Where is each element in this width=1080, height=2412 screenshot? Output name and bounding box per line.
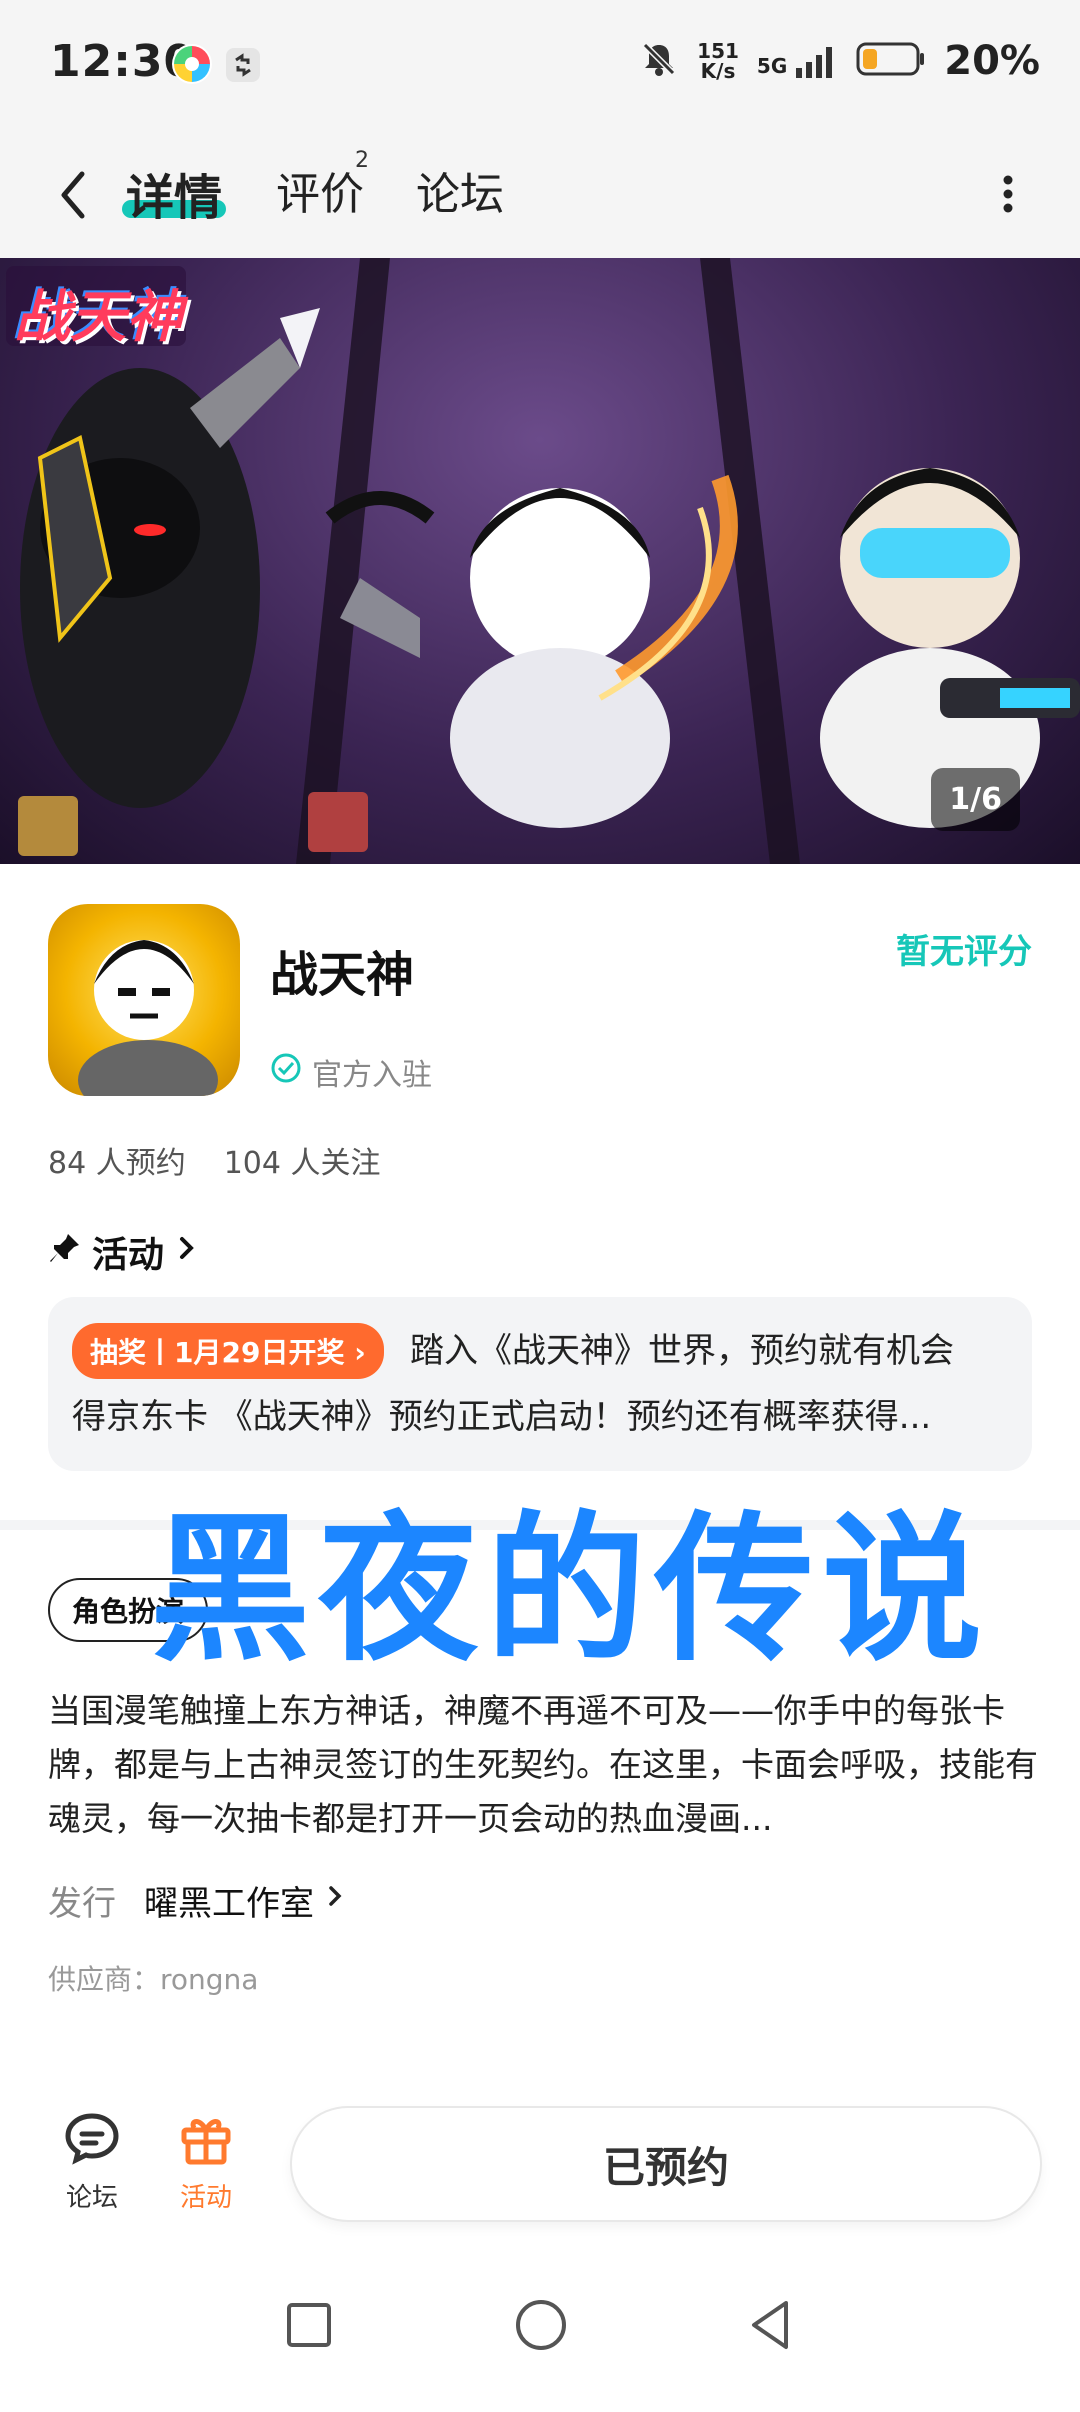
pin-icon [48, 1231, 82, 1274]
mute-bell-icon [639, 39, 679, 83]
signal-icon: 5G [757, 44, 838, 78]
overlay-title: 黑夜的传说 [150, 1496, 991, 1683]
sync-icon [226, 48, 260, 82]
network-speed: 151 K/s [697, 41, 739, 81]
recent-apps-icon[interactable] [284, 2300, 334, 2354]
activity-text-line1: 踏入《战天神》世界，预约就有机会 [410, 1331, 954, 1371]
gift-icon [146, 2106, 266, 2177]
status-right: 151 K/s 5G 20% [639, 38, 1040, 84]
net-speed-unit: K/s [700, 59, 736, 83]
banner-logo: 战天神 [14, 285, 182, 350]
chevron-right-icon [324, 1879, 348, 1922]
official-badge: 官方入驻 [270, 1050, 432, 1094]
system-navigation-bar [0, 2270, 1080, 2412]
review-count-badge: 2 [355, 148, 369, 173]
game-app-icon [48, 904, 240, 1096]
reservation-count: 84 人预约 [48, 1146, 186, 1181]
more-options-icon[interactable] [988, 164, 1028, 224]
publisher-row[interactable]: 发行 曜黑工作室 [48, 1876, 348, 1925]
activity-button[interactable]: 活动 [146, 2106, 266, 2214]
game-description[interactable]: 当国漫笔触撞上东方神话，神魔不再遥不可及——你手中的每张卡牌，都是与上古神灵签订… [48, 1684, 1038, 1846]
signal-label: 5G [756, 54, 788, 78]
activity-header[interactable]: 活动 [48, 1226, 200, 1278]
verified-check-icon [270, 1052, 302, 1092]
lottery-tag: 抽奖丨1月29日开奖 › [72, 1323, 384, 1379]
tab-review[interactable]: 评价 [276, 158, 364, 222]
publisher-name: 曜黑工作室 [144, 1884, 314, 1924]
game-stats: 84 人预约 104 人关注 [48, 1138, 381, 1182]
publisher-label: 发行 [48, 1884, 116, 1924]
net-speed-value: 151 [697, 39, 739, 63]
back-arrow-icon[interactable] [48, 160, 98, 230]
activity-title: 活动 [92, 1235, 165, 1276]
battery-icon [856, 41, 926, 81]
tab-forum[interactable]: 论坛 [416, 158, 504, 222]
supplier-info: 供应商：rongna [48, 1963, 259, 1996]
tab-detail[interactable]: 详情 [126, 158, 222, 228]
rating-label: 暂无评分 [896, 932, 1032, 972]
bottom-action-bar: 论坛 活动 已预约 [0, 2086, 1080, 2246]
status-bar: 12:30 151 K/s 5G 20% [0, 0, 1080, 130]
top-nav: 详情 评价 2 论坛 [0, 130, 1080, 258]
activity-text-line2: 得京东卡 《战天神》预约正式启动！预约还有概率获得... [72, 1397, 932, 1437]
reserved-button[interactable]: 已预约 [292, 2108, 1040, 2220]
forum-button[interactable]: 论坛 [32, 2106, 152, 2214]
forum-label: 论坛 [65, 2183, 118, 2213]
screenshot-banner[interactable]: 战天神 1/6 [0, 258, 1080, 864]
app-notification-icon [170, 42, 214, 86]
chat-bubble-icon [32, 2106, 152, 2177]
home-icon[interactable] [514, 2298, 568, 2356]
activity-label: 活动 [179, 2183, 232, 2213]
back-triangle-icon[interactable] [744, 2298, 798, 2356]
game-title: 战天神 [270, 947, 415, 1003]
chevron-right-icon [174, 1231, 200, 1274]
banner-page-counter: 1/6 [931, 768, 1020, 831]
battery-percent: 20% [944, 38, 1040, 84]
follower-count: 104 人关注 [223, 1146, 381, 1181]
official-label: 官方入驻 [312, 1058, 432, 1093]
activity-card[interactable]: 抽奖丨1月29日开奖 › 踏入《战天神》世界，预约就有机会 得京东卡 《战天神》… [48, 1297, 1032, 1471]
